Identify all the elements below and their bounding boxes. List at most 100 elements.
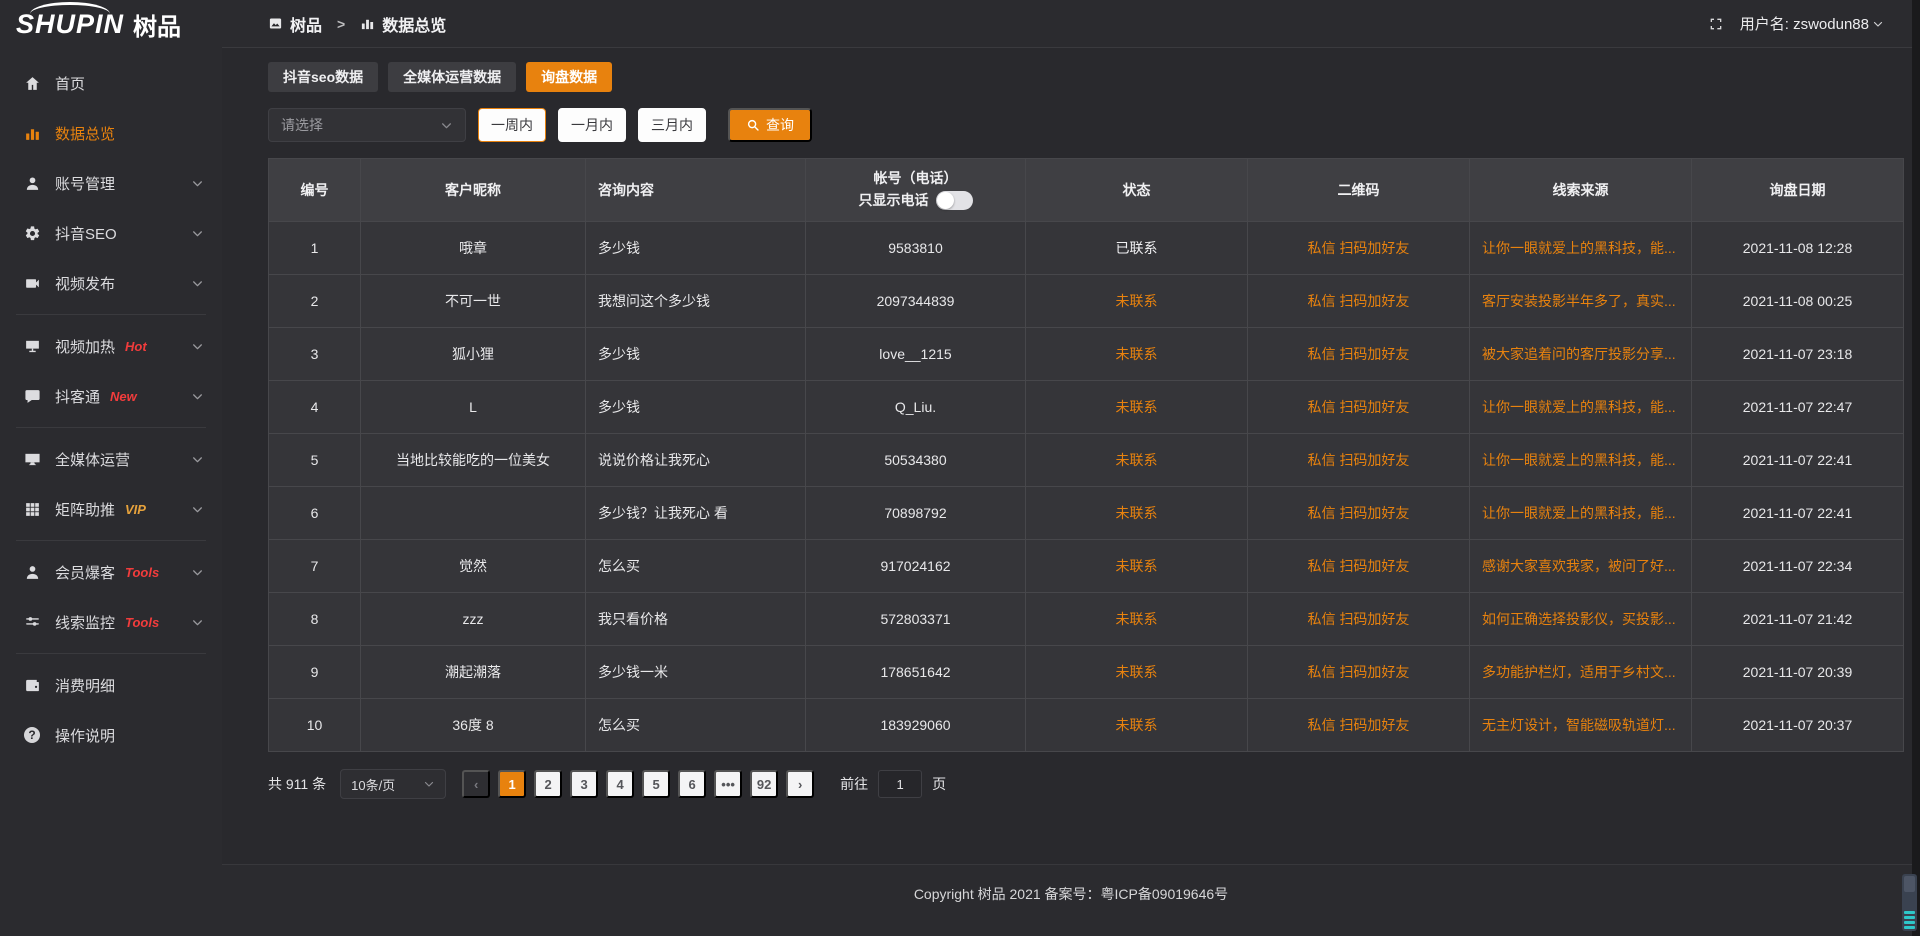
sidebar-item-account-management[interactable]: 账号管理 [0, 158, 222, 208]
private-message-link[interactable]: 私信 [1308, 664, 1336, 680]
sidebar-item-video-heat[interactable]: 视频加热Hot [0, 321, 222, 371]
scan-add-friend-link[interactable]: 扫码加好友 [1339, 558, 1409, 574]
more-pages-button[interactable]: ••• [714, 770, 742, 798]
scan-add-friend-link[interactable]: 扫码加好友 [1339, 240, 1409, 256]
page-button-4[interactable]: 4 [606, 770, 634, 798]
scan-add-friend-link[interactable]: 扫码加好友 [1339, 346, 1409, 362]
private-message-link[interactable]: 私信 [1308, 611, 1336, 627]
scan-add-friend-link[interactable]: 扫码加好友 [1339, 717, 1409, 733]
source-link[interactable]: 让你一眼就爱上的黑科技，能... [1482, 240, 1676, 256]
page-button-92[interactable]: 92 [750, 770, 778, 798]
next-page-button[interactable]: › [786, 770, 814, 798]
scan-add-friend-link[interactable]: 扫码加好友 [1339, 611, 1409, 627]
scan-add-friend-link[interactable]: 扫码加好友 [1339, 664, 1409, 680]
table-row: 4L多少钱Q_Liu.未联系私信 扫码加好友让你一眼就爱上的黑科技，能...20… [269, 381, 1904, 434]
sidebar-item-lead-monitor[interactable]: 线索监控Tools [0, 597, 222, 647]
tab-omni-media-data[interactable]: 全媒体运营数据 [388, 62, 516, 92]
cell-status: 未联系 [1026, 275, 1248, 328]
cell-source: 让你一眼就爱上的黑科技，能... [1470, 434, 1692, 487]
scan-add-friend-link[interactable]: 扫码加好友 [1339, 293, 1409, 309]
sidebar-item-douyin-seo[interactable]: 抖音SEO [0, 208, 222, 258]
fullscreen-icon[interactable] [1708, 16, 1724, 32]
sidebar-item-member-baoke[interactable]: 会员爆客Tools [0, 547, 222, 597]
sidebar-item-label: 账号管理 [55, 173, 115, 194]
cell-status: 未联系 [1026, 381, 1248, 434]
sidebar-item-home[interactable]: 首页 [0, 58, 222, 108]
scan-add-friend-link[interactable]: 扫码加好友 [1339, 452, 1409, 468]
range-button-quarter[interactable]: 三月内 [638, 108, 706, 142]
source-link[interactable]: 让你一眼就爱上的黑科技，能... [1482, 505, 1676, 521]
floating-widget[interactable] [1902, 874, 1917, 931]
cell-content: 多少钱？让我死心 看 [586, 487, 806, 540]
cell-date: 2021-11-07 22:41 [1692, 434, 1904, 487]
sidebar-item-video-publish[interactable]: 视频发布 [0, 258, 222, 308]
sidebar-item-matrix-boost[interactable]: 矩阵助推VIP [0, 484, 222, 534]
sidebar-divider [16, 540, 206, 541]
private-message-link[interactable]: 私信 [1308, 505, 1336, 521]
page-button-6[interactable]: 6 [678, 770, 706, 798]
sidebar-item-consumption-detail[interactable]: 消费明细 [0, 660, 222, 710]
page-button-1[interactable]: 1 [498, 770, 526, 798]
cell-qrcode: 私信 扫码加好友 [1248, 434, 1470, 487]
private-message-link[interactable]: 私信 [1308, 452, 1336, 468]
cell-account: 50534380 [806, 434, 1026, 487]
chart-icon [24, 125, 41, 142]
page-button-3[interactable]: 3 [570, 770, 598, 798]
cell-date: 2021-11-07 22:41 [1692, 487, 1904, 540]
page-button-2[interactable]: 2 [534, 770, 562, 798]
source-link[interactable]: 感谢大家喜欢我家，被问了好... [1482, 558, 1676, 574]
cell-date: 2021-11-07 21:42 [1692, 593, 1904, 646]
breadcrumb-item-home[interactable]: 树品 [290, 12, 322, 36]
tab-douyin-seo-data[interactable]: 抖音seo数据 [268, 62, 378, 92]
source-link[interactable]: 让你一眼就爱上的黑科技，能... [1482, 452, 1676, 468]
source-link[interactable]: 被大家追着问的客厅投影分享... [1482, 346, 1676, 362]
private-message-link[interactable]: 私信 [1308, 346, 1336, 362]
header-content: 咨询内容 [586, 159, 806, 222]
cell-date: 2021-11-07 22:34 [1692, 540, 1904, 593]
sidebar-item-data-overview[interactable]: 数据总览 [0, 108, 222, 158]
private-message-link[interactable]: 私信 [1308, 558, 1336, 574]
goto-page-input[interactable] [878, 770, 922, 798]
source-link[interactable]: 客厅安装投影半年多了，真实... [1482, 293, 1676, 309]
sidebar-item-instructions[interactable]: ?操作说明 [0, 710, 222, 760]
sidebar-item-omni-media[interactable]: 全媒体运营 [0, 434, 222, 484]
source-link[interactable]: 如何正确选择投影仪，买投影... [1482, 611, 1676, 627]
prev-page-button[interactable]: ‹ [462, 770, 490, 798]
page-scrollbar[interactable] [1912, 0, 1920, 936]
sidebar-item-douketong[interactable]: 抖客通New [0, 371, 222, 421]
header-status: 状态 [1026, 159, 1248, 222]
phone-only-toggle[interactable] [936, 191, 973, 210]
private-message-link[interactable]: 私信 [1308, 717, 1336, 733]
logo-arc-decoration [30, 2, 110, 14]
cell-status: 未联系 [1026, 593, 1248, 646]
source-link[interactable]: 无主灯设计，智能磁吸轨道灯... [1482, 717, 1676, 733]
private-message-link[interactable]: 私信 [1308, 399, 1336, 415]
inquiry-table: 编号 客户昵称 咨询内容 帐号（电话） 只显示电话 状态 二维码 [268, 158, 1904, 752]
source-link[interactable]: 多功能护栏灯，适用于乡村文... [1482, 664, 1676, 680]
logo-text-en: SHUPIN [16, 11, 124, 38]
scan-add-friend-link[interactable]: 扫码加好友 [1339, 505, 1409, 521]
private-message-link[interactable]: 私信 [1308, 293, 1336, 309]
search-button[interactable]: 查询 [728, 108, 812, 142]
home-icon [24, 75, 41, 92]
source-link[interactable]: 让你一眼就爱上的黑科技，能... [1482, 399, 1676, 415]
private-message-link[interactable]: 私信 [1308, 240, 1336, 256]
scan-add-friend-link[interactable]: 扫码加好友 [1339, 399, 1409, 415]
range-button-month[interactable]: 一月内 [558, 108, 626, 142]
page-size-select[interactable]: 10条/页 [340, 769, 446, 799]
cell-status: 未联系 [1026, 328, 1248, 381]
tab-inquiry-data[interactable]: 询盘数据 [526, 62, 612, 92]
cell-date: 2021-11-07 23:18 [1692, 328, 1904, 381]
cell-content: 多少钱 [586, 381, 806, 434]
chevron-down-icon [191, 177, 204, 190]
filter-select[interactable]: 请选择 [268, 108, 466, 142]
logo-text-cn: 树品 [133, 7, 181, 42]
cell-qrcode: 私信 扫码加好友 [1248, 699, 1470, 752]
header-qrcode: 二维码 [1248, 159, 1470, 222]
user-menu[interactable]: 用户名: zswodun88 [1740, 13, 1884, 34]
page-button-5[interactable]: 5 [642, 770, 670, 798]
cell-id: 1 [269, 222, 361, 275]
help-icon: ? [24, 727, 41, 744]
range-button-week[interactable]: 一周内 [478, 108, 546, 142]
app-logo[interactable]: SHUPIN 树品 [0, 0, 222, 48]
